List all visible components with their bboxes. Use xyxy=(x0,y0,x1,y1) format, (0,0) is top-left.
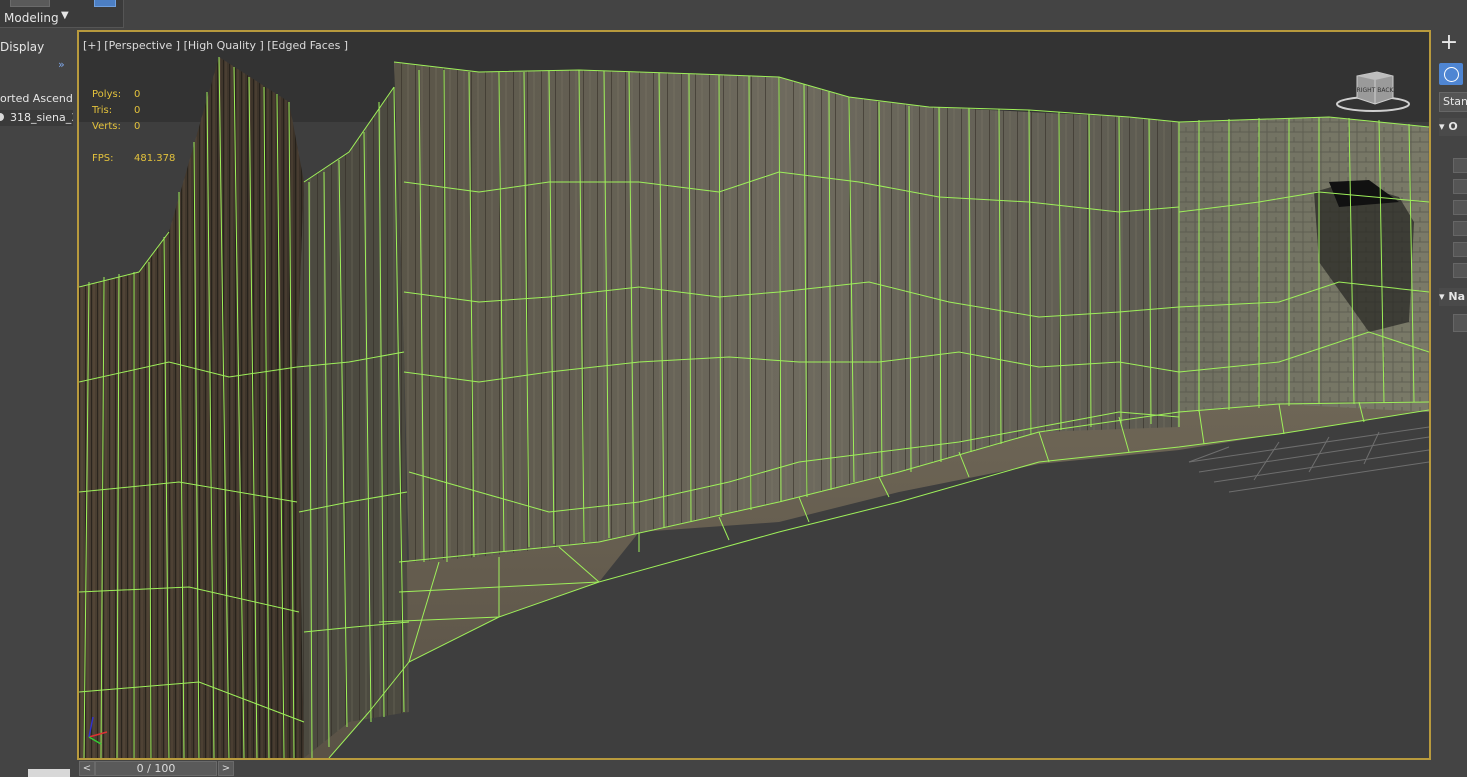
object-button[interactable] xyxy=(1453,221,1467,236)
viewport-label-menu[interactable]: [+] [Perspective ] [High Quality ] [Edge… xyxy=(83,39,348,52)
toolbar-button-stub[interactable] xyxy=(10,0,50,7)
stat-value: 0 xyxy=(134,89,141,100)
display-tab[interactable]: Display xyxy=(0,40,44,54)
perspective-viewport[interactable]: [+] [Perspective ] [High Quality ] [Edge… xyxy=(77,30,1431,760)
top-toolbar: Modeling ▼ xyxy=(0,0,1467,30)
stat-value: 0 xyxy=(134,105,141,116)
object-button[interactable] xyxy=(1453,179,1467,194)
object-button[interactable] xyxy=(1453,158,1467,173)
object-button[interactable] xyxy=(1453,263,1467,278)
toolbar-icon[interactable] xyxy=(94,0,116,7)
scene-render xyxy=(79,32,1429,758)
3dsmax-window: Modeling ▼ Display » orted Ascendin 318_… xyxy=(0,0,1467,777)
viewcube-faces: RIGHT BACK xyxy=(1357,87,1395,94)
list-item[interactable]: 318_siena_3 xyxy=(0,110,73,126)
stat-key: Tris: xyxy=(92,105,113,116)
object-type-dropdown[interactable]: Stanc xyxy=(1439,92,1467,112)
object-button[interactable] xyxy=(1453,242,1467,257)
stat-key: Polys: xyxy=(92,89,122,100)
command-panel: + Stanc ▾ O ▾ Na xyxy=(1431,30,1467,760)
time-slider: < 0 / 100 > xyxy=(77,760,1467,777)
prev-frame-button[interactable]: < xyxy=(79,761,95,776)
stat-value: 0 xyxy=(134,121,141,132)
sort-header[interactable]: orted Ascendin xyxy=(0,92,73,105)
object-button[interactable] xyxy=(1453,200,1467,215)
explorer-scroll-handle[interactable] xyxy=(28,769,70,777)
rollout-object-type[interactable]: ▾ O xyxy=(1439,118,1467,136)
rollout-name-color[interactable]: ▾ Na xyxy=(1439,288,1467,306)
chevron-down-icon: ▾ xyxy=(1439,120,1445,133)
name-field[interactable] xyxy=(1453,314,1467,332)
rollout-title: Na xyxy=(1448,290,1466,303)
next-frame-button[interactable]: > xyxy=(218,761,234,776)
visibility-icon[interactable] xyxy=(0,113,4,121)
fps-value: 481.378 xyxy=(134,153,176,164)
sphere-icon[interactable] xyxy=(1439,63,1463,85)
object-name: 318_siena_3 xyxy=(10,111,73,124)
chevron-down-icon[interactable]: ▼ xyxy=(61,10,69,21)
workspace-label: Modeling xyxy=(4,11,59,25)
scene-explorer: Display » orted Ascendin 318_siena_3 xyxy=(0,30,76,777)
frame-slider[interactable]: 0 / 100 xyxy=(95,761,217,776)
expand-icon[interactable]: » xyxy=(58,58,65,71)
viewcube-icon[interactable]: RIGHT BACK xyxy=(1335,70,1411,116)
stat-key: Verts: xyxy=(92,121,121,132)
rollout-title: O xyxy=(1448,120,1458,133)
fps-key: FPS: xyxy=(92,153,114,164)
plus-icon[interactable]: + xyxy=(1436,32,1462,56)
chevron-down-icon: ▾ xyxy=(1439,290,1445,303)
